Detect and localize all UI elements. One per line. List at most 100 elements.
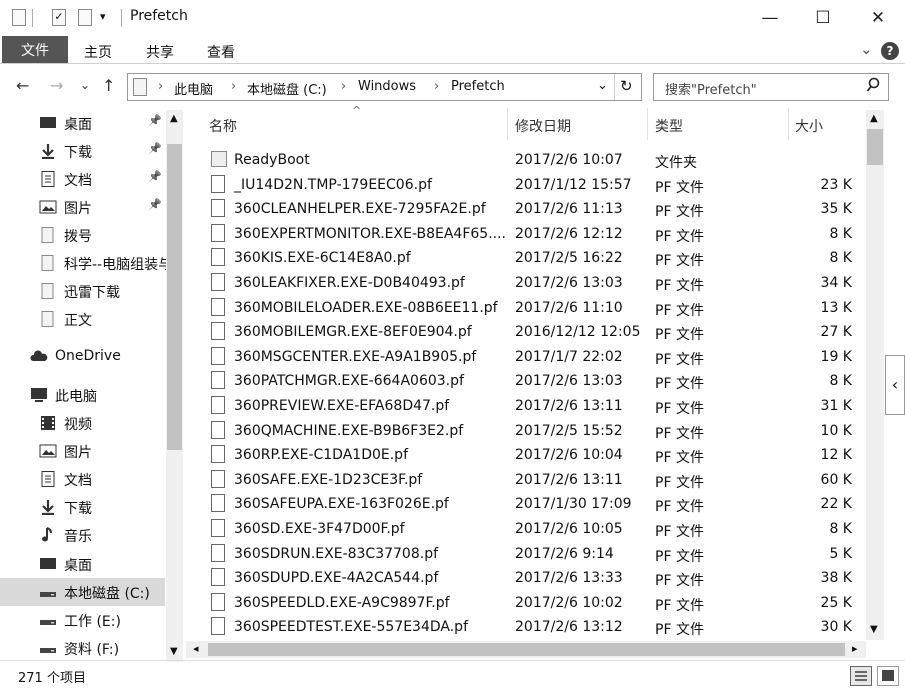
breadcrumb-this-pc[interactable]: 此电脑 [174, 79, 213, 98]
file-row[interactable]: 360MOBILELOADER.EXE-08B6EE11.pf 2017/2/6 … [192, 296, 865, 321]
tree-item[interactable]: 下载 [0, 493, 165, 521]
file-date: 2017/2/6 10:04 [515, 447, 623, 464]
file-row[interactable]: 360SAFEUPA.EXE-163F026E.pf 2017/1/30 17:0… [192, 492, 865, 517]
file-row[interactable]: 360KIS.EXE-6C14E8A0.pf 2017/2/5 16:22 PF 文… [192, 246, 865, 271]
file-list-hscroll-thumb[interactable] [208, 643, 845, 656]
tree-scroll-thumb[interactable] [167, 144, 182, 450]
file-row[interactable]: 360SPEEDLD.EXE-A9C9897F.pf 2017/2/6 10:02… [192, 591, 865, 616]
file-size: 23 K [820, 176, 852, 193]
file-row[interactable]: 360MOBILEMGR.EXE-8EF0E904.pf 2016/12/12 1… [192, 320, 865, 345]
tree-item[interactable]: 图片 [0, 437, 165, 465]
details-view-icon[interactable] [850, 666, 872, 686]
column-date[interactable]: 修改日期 [515, 116, 571, 136]
desktop-icon [39, 115, 57, 131]
tree-item[interactable]: OneDrive [0, 343, 165, 371]
scroll-down-icon[interactable]: ▼ [170, 646, 178, 657]
divider[interactable] [788, 108, 789, 140]
file-size: 8 K [829, 225, 852, 242]
file-icon [211, 396, 225, 414]
file-row[interactable]: 360SPEEDTEST.EXE-557E34DA.pf 2017/2/6 13:… [192, 615, 865, 640]
file-icon [211, 273, 225, 291]
tree-item[interactable]: 图片 📌 [0, 193, 165, 221]
file-type: PF 文件 [655, 425, 704, 442]
quick-access-dropdown-icon[interactable]: ▾ [100, 10, 106, 23]
chevron-left-icon[interactable]: ‹ [885, 355, 905, 415]
tree-item[interactable]: 资料 (F:) [0, 634, 165, 662]
file-row[interactable]: 360CLEANHELPER.EXE-7295FA2E.pf 2017/2/6 1… [192, 197, 865, 222]
chevron-right-icon[interactable]: › [231, 79, 236, 94]
file-row[interactable]: 360RP.EXE-C1DA1D0E.pf 2017/2/6 10:04 PF 文件… [192, 443, 865, 468]
breadcrumb-prefetch[interactable]: Prefetch [451, 79, 505, 94]
file-name: 360QMACHINE.EXE-B9B6F3E2.pf [234, 422, 464, 439]
file-type: PF 文件 [655, 474, 704, 491]
tree-item[interactable]: 拨号 [0, 221, 165, 249]
divider[interactable] [507, 108, 508, 140]
column-size[interactable]: 大小 [795, 116, 823, 136]
chevron-right-icon[interactable]: › [158, 79, 163, 94]
file-type: PF 文件 [655, 204, 704, 221]
file-row[interactable]: 360LEAKFIXER.EXE-D0B40493.pf 2017/2/6 13:… [192, 271, 865, 296]
column-name[interactable]: 名称 [209, 116, 237, 136]
tree-item[interactable]: 文档 [0, 465, 165, 493]
tree-item[interactable]: 视频 [0, 409, 165, 437]
tab-share[interactable]: 共享 [146, 42, 174, 62]
minimize-button[interactable]: — [747, 0, 793, 36]
file-list-vscrollbar[interactable] [866, 110, 884, 640]
tree-item[interactable]: 迅雷下载 [0, 277, 165, 305]
close-button[interactable]: ✕ [855, 0, 901, 36]
tree-item-label: 文档 [64, 473, 92, 489]
properties-icon[interactable]: ✓ [52, 9, 66, 26]
file-row[interactable]: ReadyBoot 2017/2/6 10:07 文件夹 [192, 148, 865, 173]
help-icon[interactable]: ? [881, 42, 899, 60]
file-icon [211, 420, 225, 439]
file-list-vscroll-thumb[interactable] [867, 129, 883, 165]
file-row[interactable]: 360MSGCENTER.EXE-A9A1B905.pf 2017/1/7 22:… [192, 345, 865, 370]
file-name: 360SDRUN.EXE-83C37708.pf [234, 545, 439, 562]
search-icon[interactable] [866, 77, 880, 97]
file-row[interactable]: 360SD.EXE-3F47D00F.pf 2017/2/6 10:05 PF 文件… [192, 517, 865, 542]
breadcrumb-drive-c[interactable]: 本地磁盘 (C:) [247, 79, 327, 98]
scroll-right-icon[interactable]: ▸ [852, 642, 858, 655]
scroll-up-icon[interactable]: ▲ [170, 113, 178, 124]
file-row[interactable]: 360PATCHMGR.EXE-664A0603.pf 2017/2/6 13:0… [192, 369, 865, 394]
up-button[interactable]: ↑ [102, 76, 115, 95]
tab-view[interactable]: 查看 [207, 42, 235, 62]
large-icons-view-icon[interactable] [877, 666, 899, 686]
maximize-button[interactable]: ☐ [800, 0, 846, 36]
file-row[interactable]: 360SAFE.EXE-1D23CE3F.pf 2017/2/6 13:11 PF … [192, 468, 865, 493]
tab-home[interactable]: 主页 [84, 42, 112, 62]
tree-item[interactable]: 桌面 [0, 550, 165, 578]
ribbon-expand-icon[interactable]: ⌄ [860, 40, 873, 58]
pin-icon: 📌 [148, 170, 162, 183]
file-row[interactable]: 360PREVIEW.EXE-EFA68D47.pf 2017/2/6 13:11… [192, 394, 865, 419]
file-row[interactable]: 360QMACHINE.EXE-B9B6F3E2.pf 2017/2/5 15:5… [192, 419, 865, 444]
new-folder-icon[interactable] [78, 9, 92, 26]
refresh-button[interactable]: ↻ [620, 77, 633, 95]
column-type[interactable]: 类型 [655, 116, 683, 136]
tree-item[interactable]: 正文 [0, 305, 165, 333]
chevron-right-icon[interactable]: › [434, 79, 439, 94]
file-row[interactable]: 360SDRUN.EXE-83C37708.pf 2017/2/6 9:14 PF … [192, 542, 865, 567]
scroll-left-icon[interactable]: ◂ [193, 642, 199, 655]
file-row[interactable]: 360EXPERTMONITOR.EXE-B8EA4F65.... 2017/2/… [192, 222, 865, 247]
tree-item[interactable]: 本地磁盘 (C:) [0, 578, 165, 606]
chevron-right-icon[interactable]: › [341, 79, 346, 94]
recent-locations-icon[interactable]: ⌄ [80, 78, 90, 92]
tree-item[interactable]: 音乐 [0, 521, 165, 549]
tree-item[interactable]: 下载 📌 [0, 137, 165, 165]
tree-item[interactable]: 文档 📌 [0, 165, 165, 193]
tree-item[interactable]: 科学--电脑组装与 [0, 249, 166, 277]
file-row[interactable]: 360SDUPD.EXE-4A2CA544.pf 2017/2/6 13:33 PF… [192, 566, 865, 591]
divider[interactable] [647, 108, 648, 140]
tab-file[interactable]: 文件 [2, 36, 68, 63]
file-row[interactable]: _IU14D2N.TMP-179EEC06.pf 2017/1/12 15:57 P… [192, 173, 865, 198]
tree-item[interactable]: 工作 (E:) [0, 606, 165, 634]
breadcrumb-windows[interactable]: Windows [358, 79, 416, 94]
back-button[interactable]: ← [16, 76, 29, 95]
scroll-down-icon[interactable]: ▼ [870, 624, 878, 635]
address-dropdown-icon[interactable]: ⌄ [597, 78, 608, 93]
forward-button[interactable]: → [50, 76, 63, 95]
scroll-up-icon[interactable]: ▲ [870, 113, 878, 124]
tree-item[interactable]: 桌面 📌 [0, 109, 165, 137]
tree-item[interactable]: 此电脑 [0, 381, 165, 409]
